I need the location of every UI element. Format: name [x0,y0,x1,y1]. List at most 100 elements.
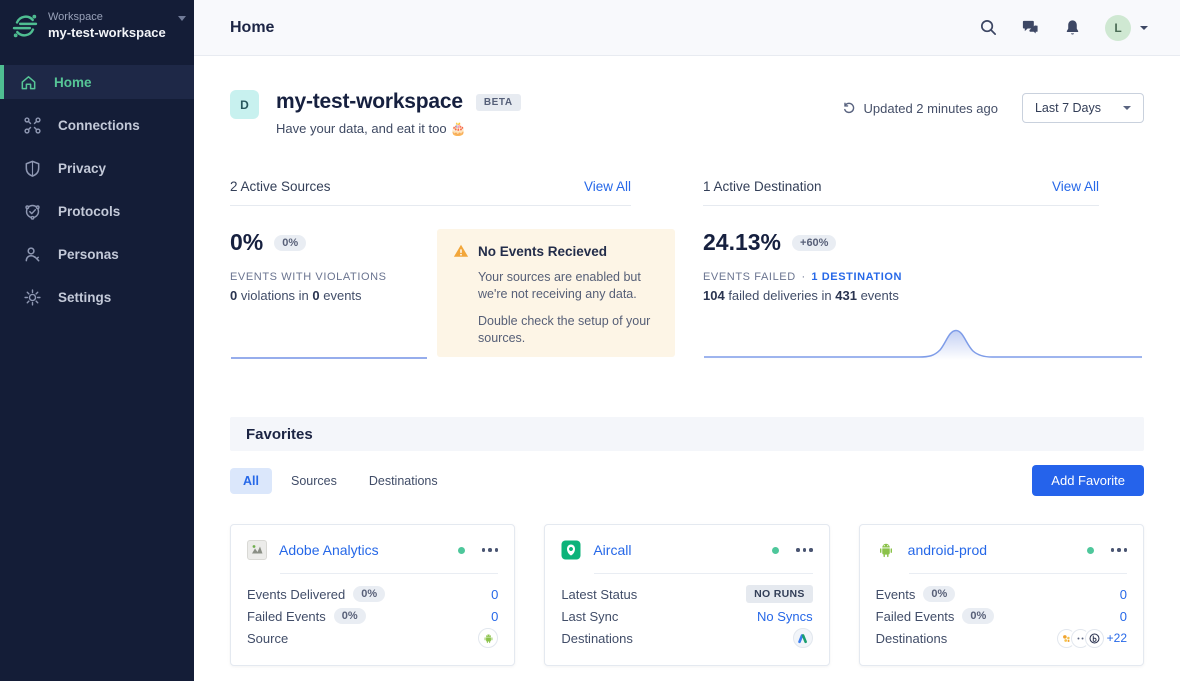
sidebar-item-home[interactable]: Home [0,65,194,99]
refresh-icon[interactable] [842,101,856,115]
sidebar-item-label: Home [54,75,92,90]
avatar[interactable]: L [1105,15,1131,41]
page-content: D my-test-workspace BETA Have your data,… [194,56,1180,681]
user-menu[interactable]: L [1105,15,1148,41]
add-favorite-button[interactable]: Add Favorite [1032,465,1144,496]
android-logo [876,540,896,560]
card-row: Failed Events 0% 0 [876,605,1127,627]
sidebar-item-label: Settings [58,290,111,305]
page-title: Home [230,19,274,37]
workspace-subtitle: Have your data, and eat it too 🎂 [276,121,521,137]
active-sources-panel: 2 Active Sources View All 0% 0% EVENTS W… [230,179,675,357]
warning-triangle-icon [453,243,469,259]
tab-sources[interactable]: Sources [278,468,350,494]
failed-stat-label: EVENTS FAILED · 1 DESTINATION [703,271,1143,283]
no-events-warning-card: No Events Recieved Your sources are enab… [437,229,675,357]
sidebar-item-label: Connections [58,118,140,133]
violations-stat-value: 0% [230,229,263,256]
time-range-value: Last 7 Days [1035,101,1101,115]
sidebar: Workspace my-test-workspace Home Connect… [0,0,194,681]
protocols-icon [23,202,42,221]
favorite-card-android-prod: android-prod Events 0% 0 Failed Events 0… [859,524,1144,666]
active-destinations-panel: 1 Active Destination View All 24.13% +60… [703,179,1143,357]
card-title-link[interactable]: android-prod [908,542,987,558]
beta-badge: BETA [476,94,521,111]
destinations-view-all-link[interactable]: View All [1052,179,1099,194]
sidebar-item-privacy[interactable]: Privacy [0,151,194,185]
chat-icon[interactable] [1021,18,1040,37]
card-row: Events Delivered 0% 0 [247,583,498,605]
google-ads-icon[interactable] [793,628,813,648]
segment-logo-icon [12,13,38,39]
home-icon [19,73,38,92]
sidebar-nav: Home Connections Privacy Protocols Perso… [0,65,194,314]
sidebar-item-personas[interactable]: Personas [0,237,194,271]
no-syncs-link[interactable]: No Syncs [757,609,813,624]
android-icon[interactable] [478,628,498,648]
card-title-link[interactable]: Adobe Analytics [279,542,379,558]
workspace-avatar: D [230,90,259,119]
main-area: Home L D my-test-workspace BET [194,0,1180,681]
updated-text: Updated 2 minutes ago [864,101,998,116]
violations-sparkline [230,355,428,361]
destinations-more-link[interactable]: +22 [1107,631,1127,645]
percent-badge: 0% [353,586,385,602]
sidebar-item-connections[interactable]: Connections [0,108,194,142]
workspace-label: Workspace [48,11,166,25]
chevron-down-icon [1140,26,1148,30]
favorite-card-adobe-analytics: Adobe Analytics Events Delivered 0% 0 Fa… [230,524,515,666]
settings-gear-icon [23,288,42,307]
card-title-link[interactable]: Aircall [593,542,631,558]
destinations-heading: 1 Active Destination [703,179,822,194]
violations-delta-badge: 0% [274,235,306,251]
warning-body-1: Your sources are enabled but we're not r… [478,269,659,303]
card-menu-button[interactable] [482,545,499,555]
percent-badge: 0% [923,586,955,602]
destination-stack[interactable]: +22 [1057,629,1127,648]
connections-icon [23,116,42,135]
failed-stat-detail: 104 failed deliveries in 431 events [703,288,1143,303]
status-dot-icon [1087,547,1094,554]
sidebar-item-label: Protocols [58,204,120,219]
warning-title: No Events Recieved [478,244,607,259]
sidebar-item-label: Personas [58,247,119,262]
destination-count-link[interactable]: 1 DESTINATION [811,271,902,283]
adobe-analytics-logo [247,540,267,560]
favorites-heading: Favorites [246,426,313,443]
card-menu-button[interactable] [1111,545,1128,555]
card-menu-button[interactable] [796,545,813,555]
workspace-title: my-test-workspace [276,90,463,114]
status-dot-icon [458,547,465,554]
workspace-name: my-test-workspace [48,25,166,41]
favorites-header-band: Favorites [230,417,1144,451]
failed-events-sparkline [703,327,1143,361]
status-dot-icon [772,547,779,554]
chevron-down-icon [178,16,186,21]
tab-all[interactable]: All [230,468,272,494]
sidebar-item-label: Privacy [58,161,106,176]
tab-destinations[interactable]: Destinations [356,468,451,494]
warning-body-2: Double check the setup of your sources. [478,313,659,347]
bell-icon[interactable] [1063,18,1082,37]
violations-stat-label: EVENTS WITH VIOLATIONS [230,271,437,283]
card-row: Source [247,627,498,649]
card-row: Destinations [561,627,812,649]
workspace-switcher[interactable]: Workspace my-test-workspace [0,0,194,51]
row-value-link[interactable]: 0 [1120,609,1127,624]
card-row: Destinations +22 [876,627,1127,649]
percent-badge: 0% [962,608,994,624]
chevron-down-icon [1123,106,1131,110]
card-row: Latest Status NO RUNS [561,583,812,605]
percent-badge: 0% [334,608,366,624]
card-row: Failed Events 0% 0 [247,605,498,627]
row-value-link[interactable]: 0 [491,609,498,624]
row-value-link[interactable]: 0 [1120,587,1127,602]
card-row: Last Sync No Syncs [561,605,812,627]
time-range-dropdown[interactable]: Last 7 Days [1022,93,1144,123]
sidebar-item-settings[interactable]: Settings [0,280,194,314]
sidebar-item-protocols[interactable]: Protocols [0,194,194,228]
sources-view-all-link[interactable]: View All [584,179,631,194]
row-value-link[interactable]: 0 [491,587,498,602]
search-icon[interactable] [979,18,998,37]
updated-status: Updated 2 minutes ago [842,101,998,116]
